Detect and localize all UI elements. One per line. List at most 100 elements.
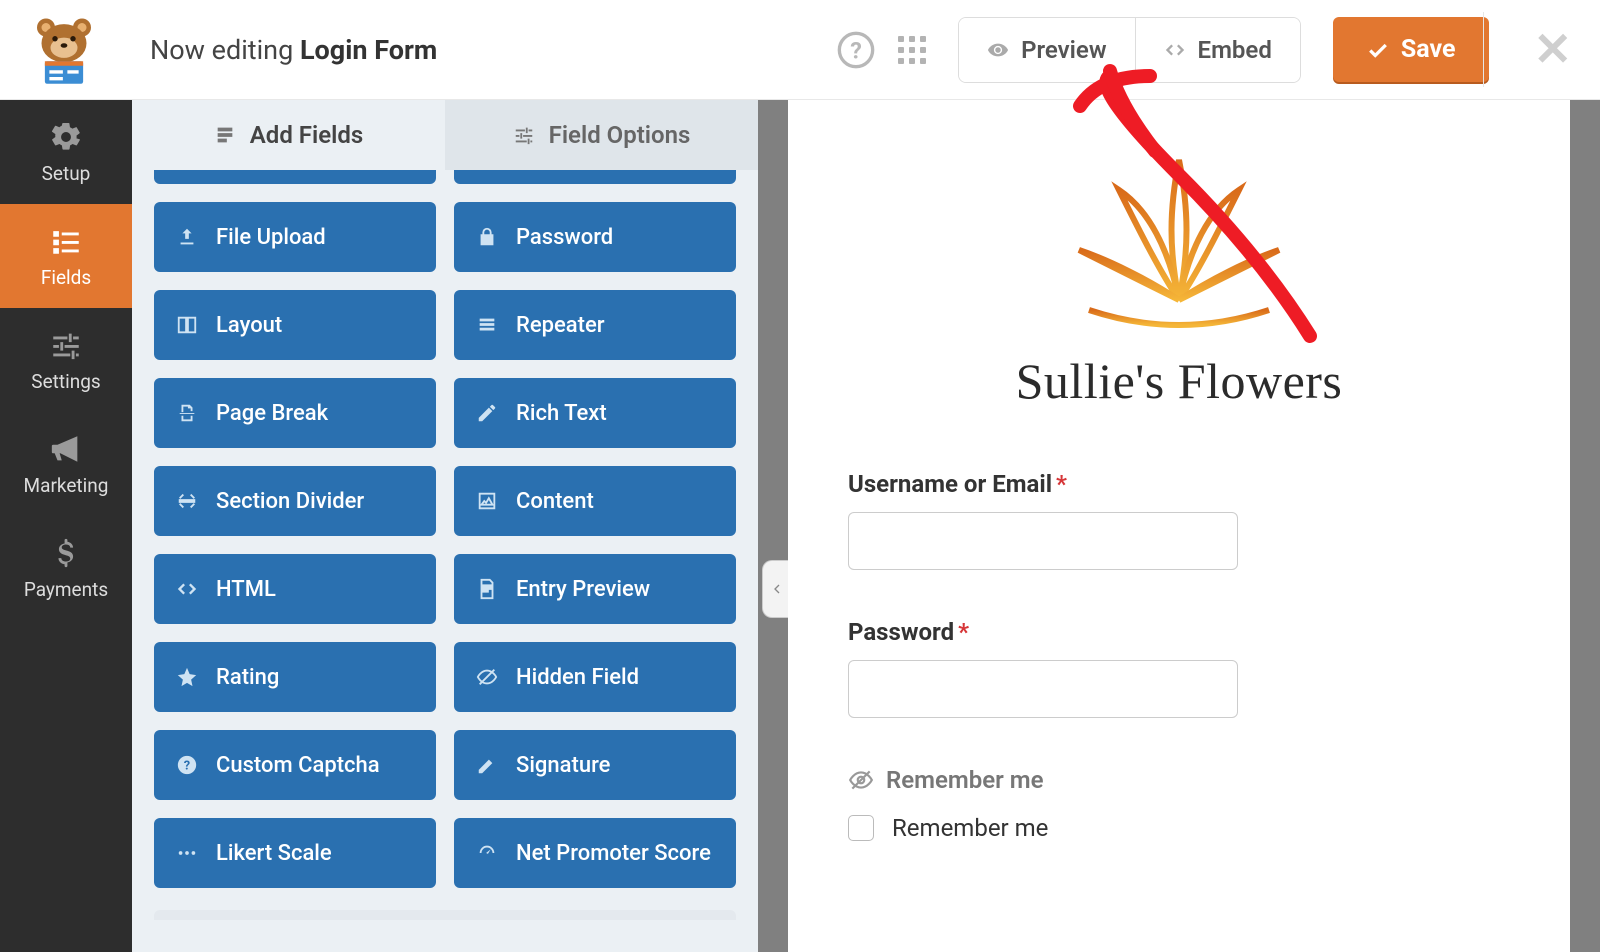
field-label: Net Promoter Score	[516, 841, 711, 866]
field-button-partial	[154, 910, 736, 920]
field-entry-preview[interactable]: Entry Preview	[454, 554, 736, 624]
sidebar-label: Setup	[42, 162, 91, 185]
sidebar-item-marketing[interactable]: Marketing	[0, 412, 132, 516]
remember-option-label: Remember me	[892, 814, 1048, 842]
password-input[interactable]	[848, 660, 1238, 718]
collapse-handle[interactable]	[762, 560, 790, 618]
field-label: Entry Preview	[516, 577, 650, 602]
sidebar-item-setup[interactable]: Setup	[0, 100, 132, 204]
page-break-icon	[176, 402, 198, 424]
separator	[1483, 12, 1484, 87]
password-label: Password*	[848, 618, 1510, 646]
check-icon	[1367, 39, 1389, 61]
eye-slash-icon	[476, 666, 498, 688]
star-icon	[176, 666, 198, 688]
sidebar-label: Payments	[24, 578, 108, 601]
megaphone-icon	[49, 432, 83, 466]
eye-slash-icon	[848, 767, 874, 793]
field-password[interactable]: Password	[454, 202, 736, 272]
field-page-break[interactable]: Page Break	[154, 378, 436, 448]
remember-field-group[interactable]: Remember me Remember me	[848, 766, 1510, 842]
panel-gutter-left	[758, 100, 788, 952]
field-html[interactable]: HTML	[154, 554, 436, 624]
tab-add-fields[interactable]: Add Fields	[132, 100, 445, 170]
field-label: HTML	[216, 577, 276, 602]
pen-icon	[476, 754, 498, 776]
list-icon	[49, 224, 83, 258]
field-signature[interactable]: Signature	[454, 730, 736, 800]
remember-heading: Remember me	[848, 766, 1510, 794]
help-icon[interactable]: ?	[836, 30, 876, 70]
sidebar-label: Marketing	[24, 474, 109, 497]
field-likert-scale[interactable]: Likert Scale	[154, 818, 436, 888]
question-icon: ?	[176, 754, 198, 776]
field-label: Page Break	[216, 401, 328, 426]
form-fields: Username or Email* Password* Remember me…	[848, 470, 1510, 842]
field-nps[interactable]: Net Promoter Score	[454, 818, 736, 888]
code-icon	[176, 578, 198, 600]
field-label: File Upload	[216, 225, 326, 250]
sidebar-item-settings[interactable]: Settings	[0, 308, 132, 412]
field-label: Custom Captcha	[216, 753, 380, 778]
svg-text:?: ?	[184, 759, 190, 774]
columns-icon	[176, 314, 198, 336]
field-label: Rich Text	[516, 401, 607, 426]
sliders-icon	[49, 328, 83, 362]
eye-icon	[987, 39, 1009, 61]
svg-text:?: ?	[850, 36, 862, 64]
field-button-list: File Upload Password Layout Repeater Pag…	[132, 170, 758, 946]
embed-label: Embed	[1198, 36, 1272, 64]
embed-button[interactable]: Embed	[1135, 18, 1300, 82]
field-label: Content	[516, 489, 594, 514]
required-mark: *	[1056, 470, 1067, 498]
tab-label: Field Options	[549, 121, 691, 149]
remember-checkbox[interactable]	[848, 815, 874, 841]
panel-gutter-right	[1570, 100, 1600, 952]
save-button[interactable]: Save	[1333, 17, 1490, 82]
field-rating[interactable]: Rating	[154, 642, 436, 712]
form-name: Login Form	[300, 34, 437, 66]
form-preview: Sullie's Flowers Username or Email* Pass…	[788, 100, 1570, 952]
field-hidden[interactable]: Hidden Field	[454, 642, 736, 712]
field-label: Signature	[516, 753, 610, 778]
password-field-group[interactable]: Password*	[848, 618, 1510, 718]
field-section-divider[interactable]: Section Divider	[154, 466, 436, 536]
field-label: Likert Scale	[216, 841, 332, 866]
field-custom-captcha[interactable]: ? Custom Captcha	[154, 730, 436, 800]
preview-button[interactable]: Preview	[959, 18, 1134, 82]
field-button-partial[interactable]	[454, 170, 736, 184]
field-content[interactable]: Content	[454, 466, 736, 536]
list-icon	[476, 314, 498, 336]
save-label: Save	[1401, 35, 1456, 64]
lock-icon	[476, 226, 498, 248]
main-sidebar: Setup Fields Settings Marketing Payments	[0, 100, 132, 952]
gear-icon	[49, 120, 83, 154]
field-rich-text[interactable]: Rich Text	[454, 378, 736, 448]
code-icon	[1164, 39, 1186, 61]
sidebar-item-payments[interactable]: Payments	[0, 516, 132, 620]
gauge-icon	[476, 842, 498, 864]
field-file-upload[interactable]: File Upload	[154, 202, 436, 272]
sidebar-item-fields[interactable]: Fields	[0, 204, 132, 308]
tab-label: Add Fields	[250, 121, 363, 149]
divider-icon	[176, 490, 198, 512]
sidebar-label: Settings	[31, 370, 100, 393]
apps-grid-icon[interactable]	[892, 30, 932, 70]
remember-checkbox-row[interactable]: Remember me	[848, 814, 1510, 842]
username-input[interactable]	[848, 512, 1238, 570]
field-label: Section Divider	[216, 489, 364, 514]
field-button-partial[interactable]	[154, 170, 436, 184]
username-field-group[interactable]: Username or Email*	[848, 470, 1510, 570]
username-label: Username or Email*	[848, 470, 1510, 498]
sliders-icon	[513, 124, 535, 146]
chevron-left-icon	[769, 581, 785, 597]
required-mark: *	[958, 618, 969, 646]
preview-embed-group: Preview Embed	[958, 17, 1301, 83]
close-button[interactable]: ✕	[1533, 22, 1572, 77]
field-layout[interactable]: Layout	[154, 290, 436, 360]
document-icon	[476, 578, 498, 600]
sidebar-label: Fields	[41, 266, 91, 289]
panel-tabs: Add Fields Field Options	[132, 100, 758, 170]
field-repeater[interactable]: Repeater	[454, 290, 736, 360]
tab-field-options[interactable]: Field Options	[445, 100, 758, 170]
